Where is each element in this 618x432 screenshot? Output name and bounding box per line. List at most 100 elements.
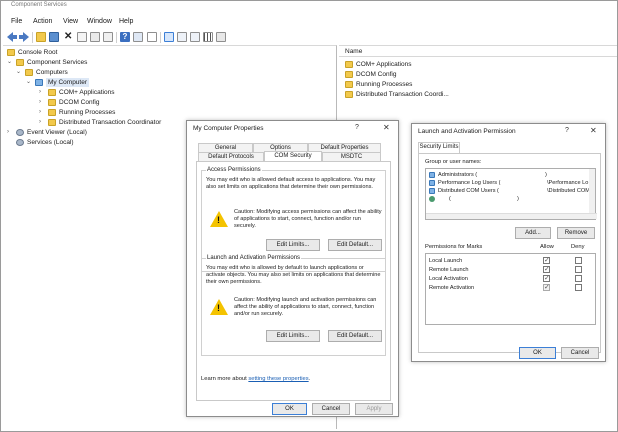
- folder-up-icon[interactable]: [36, 32, 46, 42]
- chevron-right-icon[interactable]: ›: [39, 118, 41, 127]
- local-activation-allow-checkbox[interactable]: ✓: [543, 275, 550, 282]
- chevron-down-icon[interactable]: ⌄: [26, 78, 31, 87]
- menu-help[interactable]: Help: [119, 18, 133, 25]
- permissions-label: Permissions for Marks: [425, 244, 483, 250]
- local-activation-deny-checkbox[interactable]: [575, 275, 582, 282]
- vertical-scrollbar[interactable]: [589, 169, 595, 213]
- chevron-right-icon[interactable]: ›: [7, 128, 9, 137]
- tree-my-computer[interactable]: ⌄ My Computer: [26, 78, 206, 87]
- help-icon[interactable]: ?: [565, 127, 569, 134]
- delete-icon[interactable]: ✕: [64, 32, 74, 42]
- list-item[interactable]: ( ): [429, 195, 585, 203]
- dialog-title: My Computer Properties: [193, 125, 264, 132]
- ok-button[interactable]: OK: [519, 347, 556, 359]
- menu-action[interactable]: Action: [33, 18, 52, 25]
- window-title: Component Services: [11, 2, 67, 8]
- menu-bar: File Action View Window Help: [1, 17, 617, 29]
- configure-icon[interactable]: [216, 32, 226, 42]
- show-hide-icon[interactable]: [133, 32, 143, 42]
- local-launch-deny-checkbox[interactable]: [575, 257, 582, 264]
- back-icon[interactable]: [7, 32, 17, 42]
- toolbar: ✕ ?: [1, 31, 617, 45]
- local-launch-allow-checkbox[interactable]: ✓: [543, 257, 550, 264]
- cancel-button[interactable]: Cancel: [312, 403, 350, 415]
- permission-name: Local Launch: [429, 258, 463, 264]
- tree-running-processes[interactable]: › Running Processes: [39, 108, 239, 117]
- tree-event-viewer[interactable]: › Event Viewer (Local): [7, 128, 167, 137]
- launch-edit-default-button[interactable]: Edit Default...: [328, 330, 382, 342]
- services-icon: [16, 139, 24, 146]
- folder-icon: [345, 81, 353, 88]
- tree-component-services[interactable]: ⌄ Component Services: [7, 58, 187, 67]
- tab-security-limits[interactable]: Security Limits: [418, 142, 460, 153]
- remote-launch-deny-checkbox[interactable]: [575, 266, 582, 273]
- user-icon: [429, 196, 435, 202]
- launch-description: You may edit who is allowed by default t…: [206, 265, 381, 285]
- warning-mark: !: [217, 303, 220, 313]
- folder-icon: [345, 91, 353, 98]
- menu-window[interactable]: Window: [87, 18, 112, 25]
- tree-computers[interactable]: ⌄ Computers: [16, 68, 196, 77]
- launch-permissions-group: Launch and Activation Permissions You ma…: [201, 255, 386, 356]
- list-view-icon[interactable]: [190, 32, 200, 42]
- properties-icon[interactable]: [77, 32, 87, 42]
- users-listbox[interactable]: Administrators ( ) Performance Log Users…: [425, 168, 597, 220]
- cancel-button[interactable]: Cancel: [561, 347, 599, 359]
- help-icon[interactable]: ?: [355, 124, 359, 131]
- access-edit-default-button[interactable]: Edit Default...: [328, 239, 382, 251]
- chevron-right-icon[interactable]: ›: [39, 108, 41, 117]
- add-button[interactable]: Add...: [515, 227, 551, 239]
- chevron-down-icon[interactable]: ⌄: [7, 58, 12, 67]
- horizontal-scrollbar[interactable]: [426, 213, 597, 219]
- menu-file[interactable]: File: [11, 18, 22, 25]
- permission-name: Remote Launch: [429, 267, 469, 273]
- access-edit-limits-button[interactable]: Edit Limits...: [266, 239, 320, 251]
- launch-activation-permission-dialog: Launch and Activation Permission ? ✕ Sec…: [411, 123, 606, 362]
- remove-button[interactable]: Remove: [557, 227, 595, 239]
- user-group-icon: [429, 188, 435, 194]
- tab-panel: Access Permissions You may edit who is a…: [196, 161, 391, 401]
- list-item[interactable]: Administrators ( ): [429, 171, 585, 179]
- list-item[interactable]: Distributed COM Users ( \Distributed COM: [429, 187, 590, 195]
- remote-activation-deny-checkbox[interactable]: [575, 284, 582, 291]
- detail-view-icon[interactable]: [203, 32, 213, 42]
- tab-general[interactable]: General: [198, 143, 253, 152]
- help-icon[interactable]: ?: [120, 32, 130, 42]
- dialog-title: Launch and Activation Permission: [418, 128, 516, 135]
- column-header-name[interactable]: Name: [339, 46, 617, 57]
- small-icons-icon[interactable]: [177, 32, 187, 42]
- list-item[interactable]: Performance Log Users ( \Performance Lo: [429, 179, 589, 187]
- launch-edit-limits-button[interactable]: Edit Limits...: [266, 330, 320, 342]
- learn-more-link[interactable]: setting these properties: [248, 376, 308, 382]
- folder-icon: [345, 71, 353, 78]
- chevron-down-icon[interactable]: ⌄: [16, 68, 21, 77]
- toolbar-separator: [160, 32, 161, 43]
- remote-activation-allow-checkbox[interactable]: ✓: [543, 284, 550, 291]
- chevron-right-icon[interactable]: ›: [39, 88, 41, 97]
- tab-default-protocols[interactable]: Default Protocols: [198, 152, 264, 161]
- close-icon[interactable]: ✕: [590, 126, 597, 135]
- remote-launch-allow-checkbox[interactable]: ✓: [543, 266, 550, 273]
- user-group-icon: [429, 172, 435, 178]
- menu-view[interactable]: View: [63, 18, 78, 25]
- console-tree-icon[interactable]: [49, 32, 59, 42]
- tree-com-applications[interactable]: › COM+ Applications: [39, 88, 239, 97]
- large-icons-icon[interactable]: [164, 32, 174, 42]
- tree-services[interactable]: Services (Local): [7, 138, 167, 147]
- ok-button[interactable]: OK: [272, 403, 307, 415]
- tab-msdtc[interactable]: MSDTC: [322, 152, 381, 161]
- export-list-icon[interactable]: [103, 32, 113, 42]
- close-icon[interactable]: ✕: [383, 123, 390, 132]
- refresh-icon[interactable]: [90, 32, 100, 42]
- folder-icon: [345, 61, 353, 68]
- apply-button[interactable]: Apply: [355, 403, 393, 415]
- chevron-right-icon[interactable]: ›: [39, 98, 41, 107]
- forward-icon[interactable]: [19, 32, 29, 42]
- toolbar-separator: [116, 32, 117, 43]
- new-window-icon[interactable]: [147, 32, 157, 42]
- my-computer-properties-dialog: My Computer Properties ? ✕ General Optio…: [186, 120, 399, 417]
- folder-icon: [48, 89, 56, 96]
- allow-column-header: Allow: [540, 244, 554, 250]
- tree-dcom-config[interactable]: › DCOM Config: [39, 98, 239, 107]
- permissions-grid: Local Launch ✓ Remote Launch ✓ Local Act…: [425, 253, 596, 325]
